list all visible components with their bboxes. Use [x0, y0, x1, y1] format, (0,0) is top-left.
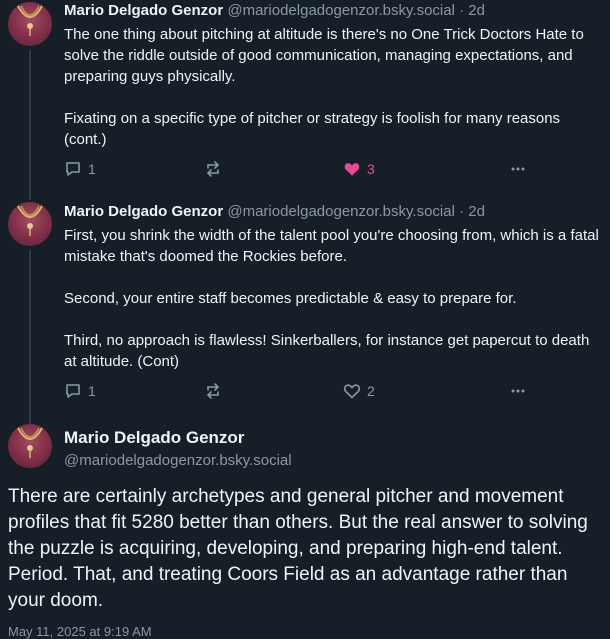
thread-post-2[interactable]: Mario Delgado Genzor @mariodelgadogenzor… [0, 200, 610, 424]
reply-button[interactable]: 1 [64, 382, 96, 400]
thread-connector-line [29, 250, 31, 424]
more-icon [511, 167, 525, 171]
main-post: Mario Delgado Genzor @mariodelgadogenzor… [0, 422, 610, 639]
separator: · [459, 2, 465, 19]
repost-icon [206, 161, 220, 177]
post-time[interactable]: 2d [468, 2, 485, 19]
separator: · [459, 203, 465, 220]
author-handle[interactable]: @mariodelgadogenzor.bsky.social [227, 2, 455, 19]
post-header: Mario Delgado Genzor @mariodelgadogenzor… [64, 1, 485, 21]
post-time[interactable]: 2d [468, 203, 485, 220]
more-options-button[interactable] [509, 160, 527, 178]
thread-post-1[interactable]: Mario Delgado Genzor @mariodelgadogenzor… [0, 0, 610, 200]
post-text: The one thing about pitching at altitude… [64, 24, 604, 150]
like-count: 3 [367, 161, 375, 177]
like-count: 2 [367, 383, 375, 399]
author-name[interactable]: Mario Delgado Genzor [64, 427, 244, 449]
post-paragraph: Third, no approach is flawless! Sinkerba… [64, 332, 590, 370]
post-paragraph: Fixating on a specific type of pitcher o… [64, 110, 561, 148]
more-icon [511, 389, 525, 393]
post-actions: 1 3 [64, 160, 564, 182]
repost-icon [206, 383, 220, 399]
reply-icon [66, 384, 80, 398]
necklace-icon [17, 5, 43, 36]
author-handle[interactable]: @mariodelgadogenzor.bsky.social [64, 451, 292, 471]
author-name[interactable]: Mario Delgado Genzor [64, 2, 223, 19]
thread-connector-line [29, 50, 31, 200]
main-post-text: There are certainly archetypes and gener… [8, 484, 604, 614]
heart-outline-icon [343, 384, 361, 399]
avatar[interactable] [8, 202, 52, 246]
post-actions: 1 2 [64, 382, 564, 404]
reply-button[interactable]: 1 [64, 160, 96, 178]
post-header: Mario Delgado Genzor @mariodelgadogenzor… [64, 202, 485, 222]
post-paragraph: First, you shrink the width of the talen… [64, 227, 599, 265]
reply-icon [66, 162, 80, 176]
author-handle[interactable]: @mariodelgadogenzor.bsky.social [227, 203, 455, 220]
post-date[interactable]: May 11, 2025 at 9:19 AM [8, 624, 152, 639]
avatar[interactable] [8, 424, 52, 468]
reply-count: 1 [88, 383, 96, 399]
heart-filled-icon [344, 163, 360, 176]
more-options-button[interactable] [509, 382, 527, 400]
post-text: First, you shrink the width of the talen… [64, 225, 604, 372]
like-button[interactable]: 3 [343, 160, 375, 178]
necklace-icon [17, 427, 43, 458]
repost-button[interactable] [204, 382, 222, 400]
repost-button[interactable] [204, 160, 222, 178]
post-paragraph: There are certainly archetypes and gener… [8, 486, 588, 611]
post-paragraph: The one thing about pitching at altitude… [64, 26, 584, 85]
necklace-icon [17, 205, 43, 236]
author-name[interactable]: Mario Delgado Genzor [64, 203, 223, 220]
post-paragraph: Second, your entire staff becomes predic… [64, 290, 517, 307]
avatar[interactable] [8, 2, 52, 46]
reply-count: 1 [88, 161, 96, 177]
like-button[interactable]: 2 [343, 382, 375, 400]
